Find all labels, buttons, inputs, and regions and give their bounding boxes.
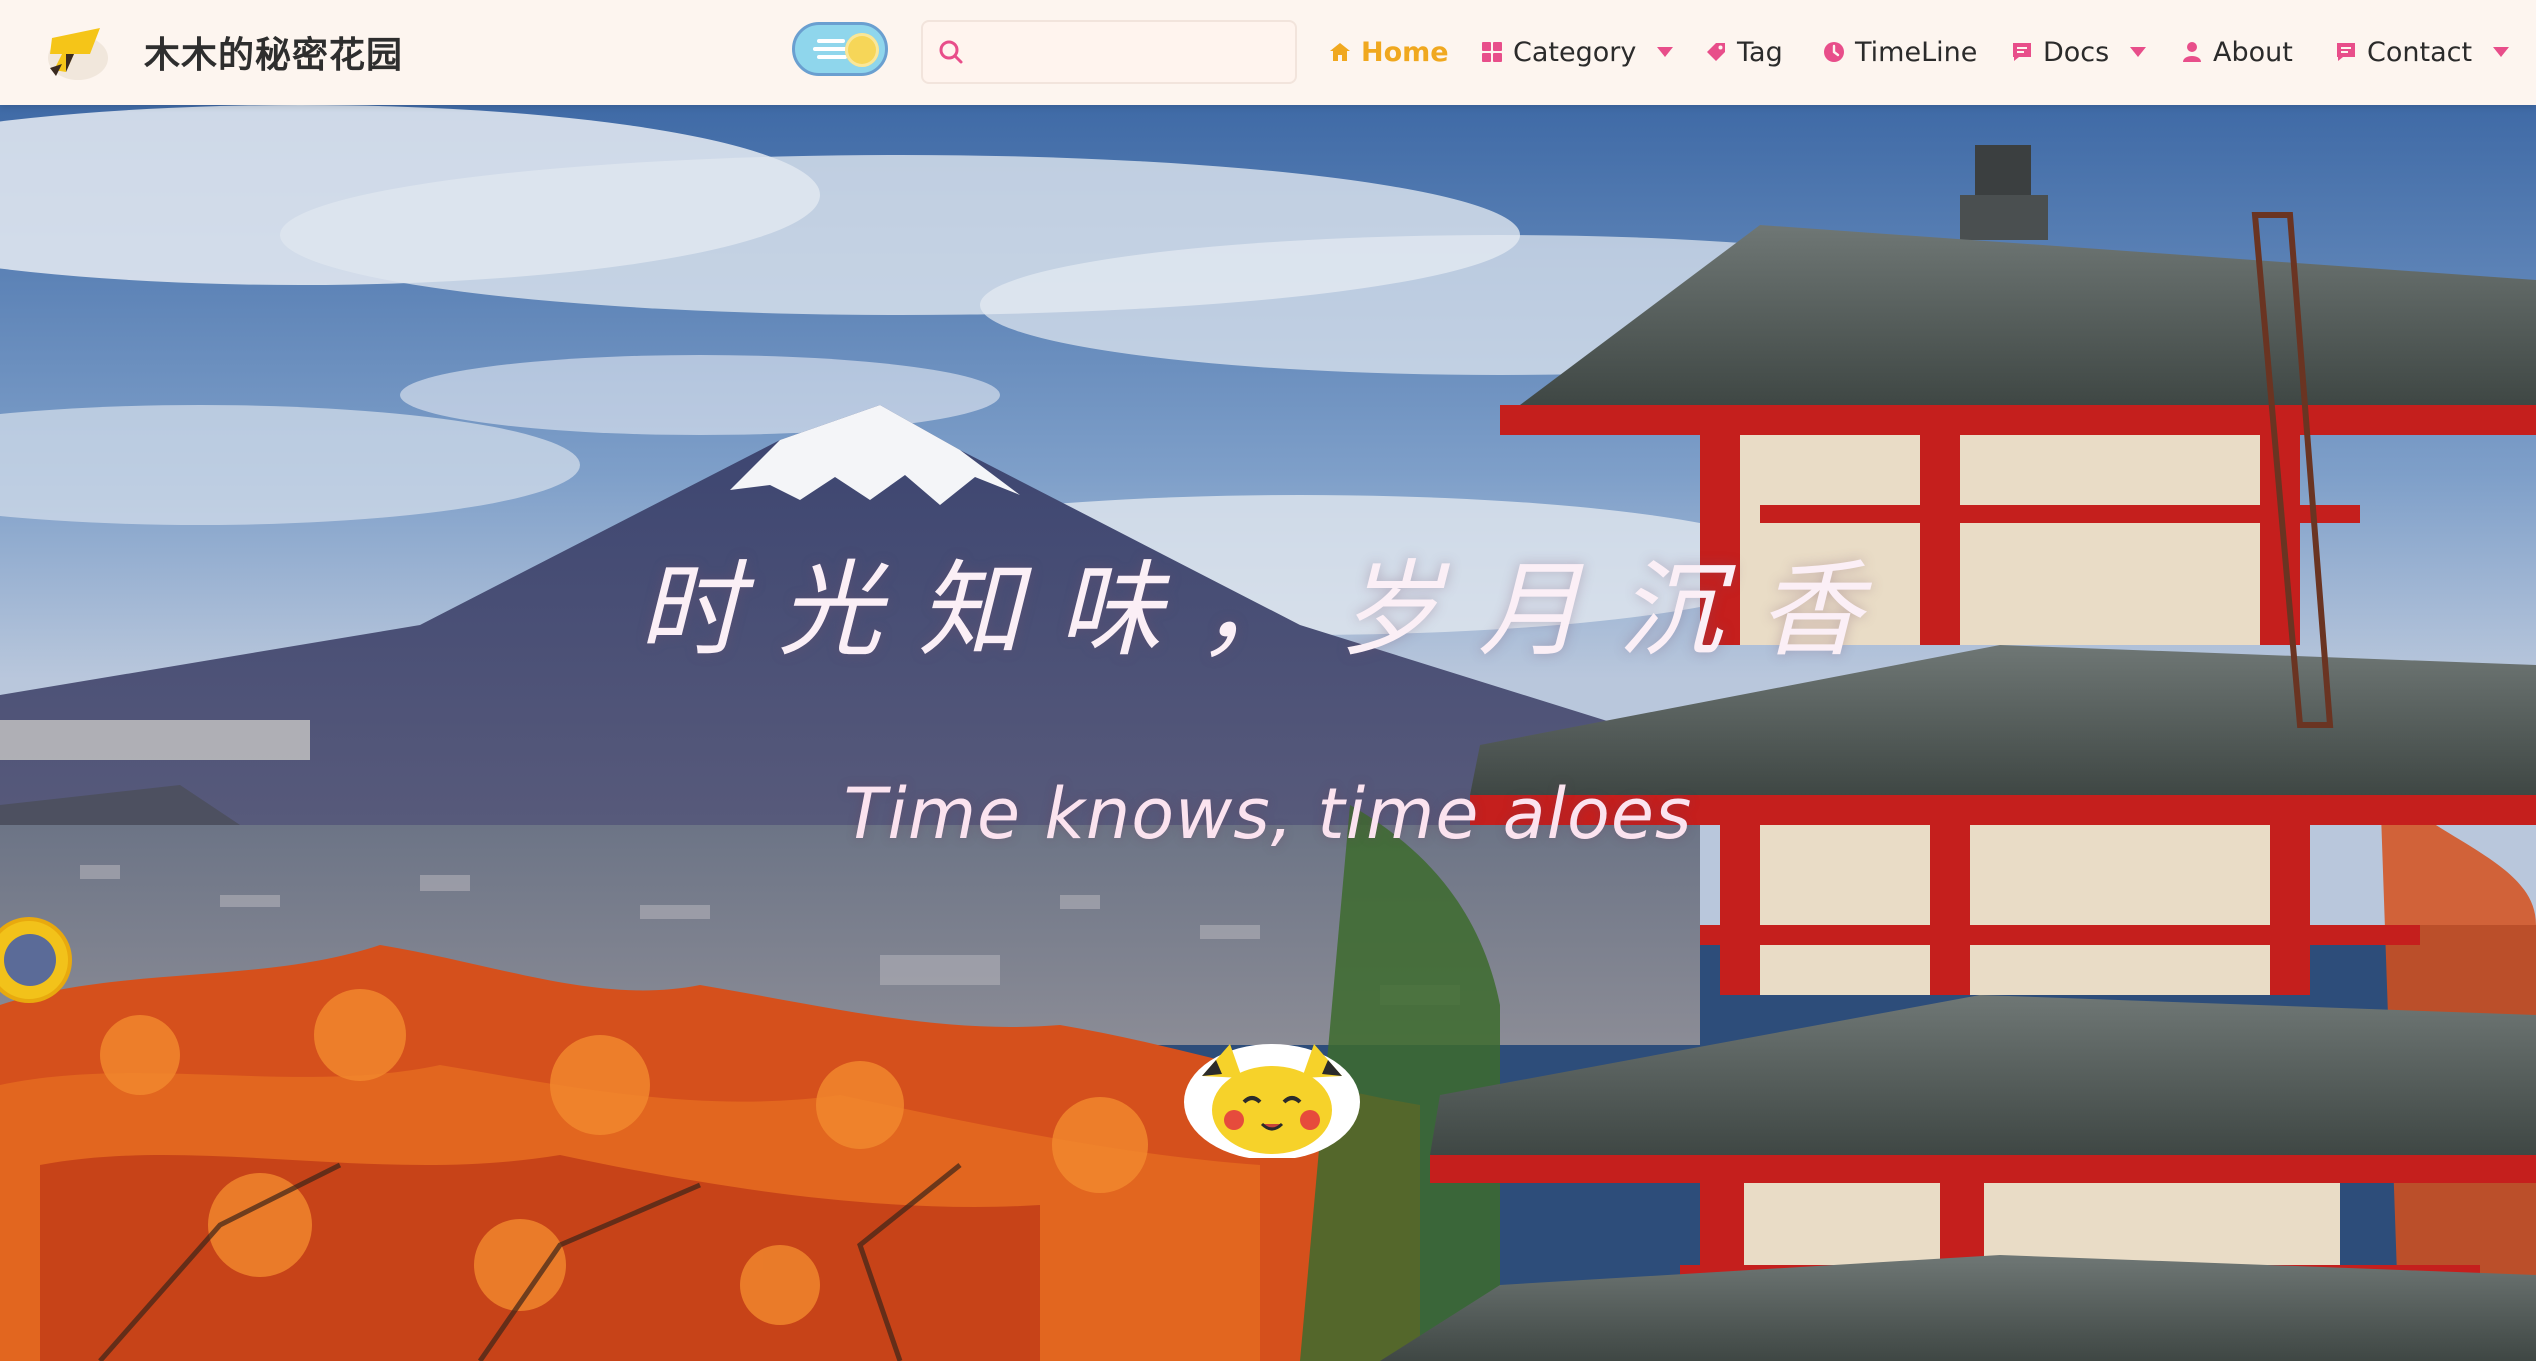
chevron-down-icon[interactable]	[2129, 45, 2147, 59]
nav-item-about[interactable]: About	[2180, 24, 2293, 80]
clock-icon	[1824, 42, 1844, 62]
tag-icon	[1707, 43, 1725, 61]
user-icon	[2183, 42, 2201, 62]
nav-label: Contact	[2367, 36, 2473, 68]
pikachu-mascot-icon[interactable]	[1182, 1038, 1362, 1158]
message-icon	[2337, 43, 2355, 61]
nav-item-category[interactable]: Category	[1480, 24, 1674, 80]
album-cover-icon	[4, 934, 56, 986]
nav-item-home[interactable]: Home	[1328, 24, 1449, 80]
nav-item-tag[interactable]: Tag	[1704, 24, 1783, 80]
nav-label: Tag	[1737, 36, 1783, 68]
hero-title: 时光知味，岁月沉香	[637, 549, 1898, 671]
nav-item-timeline[interactable]: TimeLine	[1822, 24, 1977, 80]
chevron-down-icon[interactable]	[2492, 45, 2510, 59]
nav-label: Docs	[2043, 36, 2110, 68]
nav-label: Home	[1361, 36, 1449, 68]
nav-label: TimeLine	[1855, 36, 1978, 68]
home-icon	[1330, 43, 1350, 61]
nav-item-contact[interactable]: Contact	[2334, 24, 2510, 80]
nav-label: Category	[1513, 36, 1637, 68]
category-icon	[1482, 42, 1502, 62]
chevron-down-icon[interactable]	[1656, 45, 1674, 59]
hero-background-image	[0, 105, 2536, 1361]
top-navbar: 木木的秘密花园 Home Category Tag TimeLine Docs …	[0, 0, 2536, 105]
hero-banner: 时光知味，岁月沉香 Time knows, time aloes	[0, 105, 2536, 1361]
docs-icon	[2013, 43, 2031, 61]
nav-label: About	[2213, 36, 2293, 68]
nav-item-docs[interactable]: Docs	[2010, 24, 2147, 80]
main-nav: Home Category Tag TimeLine Docs About Co…	[0, 24, 2536, 80]
hero-subtitle: Time knows, time aloes	[843, 773, 1693, 855]
